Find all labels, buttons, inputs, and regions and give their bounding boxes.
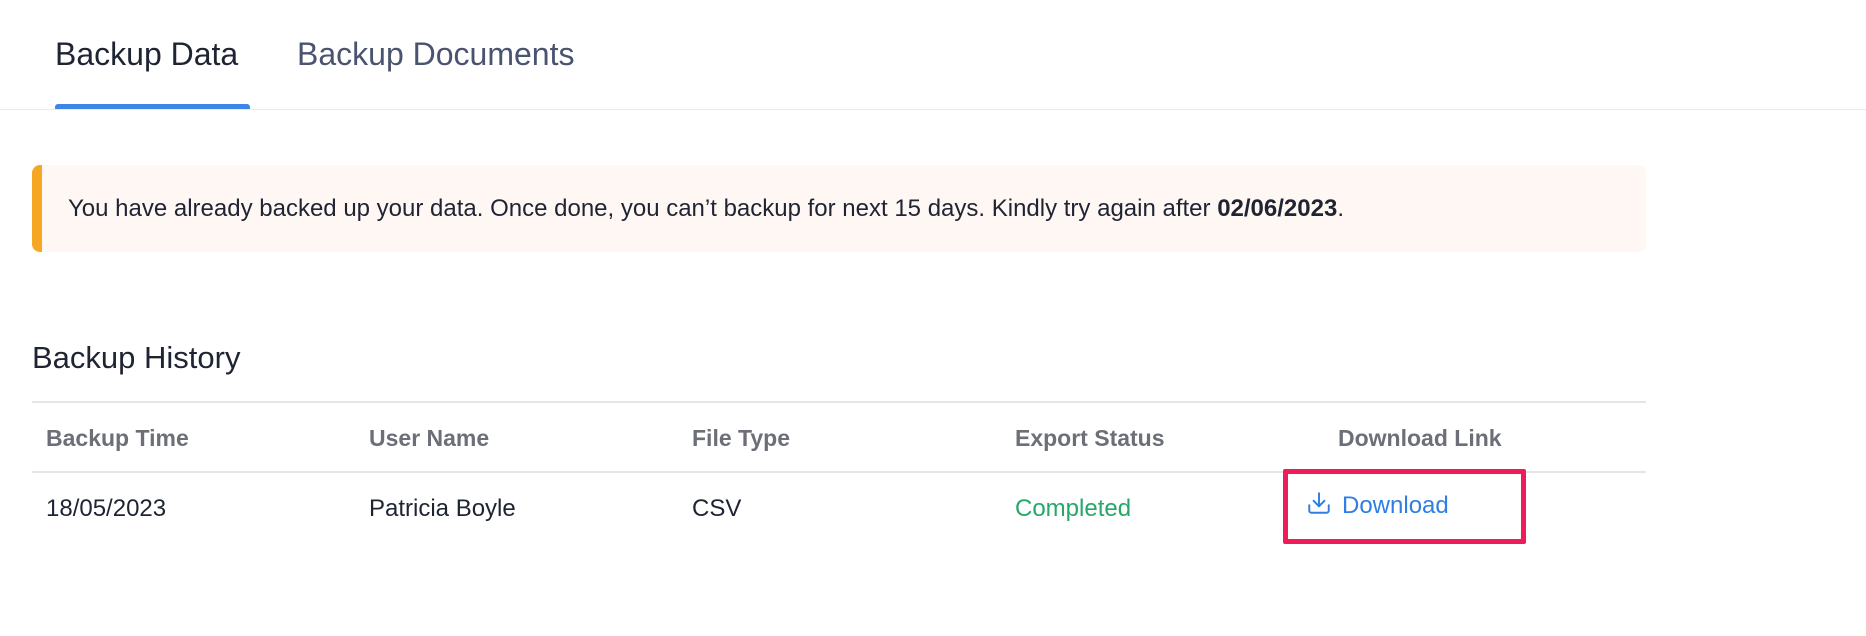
cell-file-type: CSV	[692, 495, 742, 522]
column-header-backup-time: Backup Time	[46, 425, 189, 451]
cell-export-status: Completed	[1015, 495, 1132, 522]
table-header: Backup Time User Name File Type Export S…	[32, 403, 1646, 473]
backup-warning-alert: You have already backed up your data. On…	[32, 165, 1646, 252]
column-header-export-status: Export Status	[1015, 425, 1165, 451]
cell-backup-time: 18/05/2023	[46, 495, 167, 522]
backup-history-title: Backup History	[32, 340, 241, 375]
column-header-download-link: Download Link	[1338, 425, 1502, 451]
active-tab-indicator	[55, 104, 250, 109]
tab-backup-data[interactable]: Backup Data	[55, 34, 238, 110]
alert-message: You have already backed up your data. On…	[68, 195, 1344, 223]
download-label: Download	[1342, 492, 1449, 519]
column-header-file-type: File Type	[692, 425, 790, 451]
alert-text: You have already backed up your data. On…	[68, 194, 1218, 222]
download-link[interactable]: Download	[1306, 488, 1449, 524]
tab-backup-documents[interactable]: Backup Documents	[297, 34, 574, 110]
download-icon	[1306, 490, 1332, 523]
cell-user-name: Patricia Boyle	[369, 495, 516, 522]
alert-suffix: .	[1337, 194, 1344, 222]
tab-bar: Backup Data Backup Documents	[0, 0, 1866, 110]
column-header-user-name: User Name	[369, 425, 490, 451]
alert-date: 02/06/2023	[1217, 194, 1338, 222]
